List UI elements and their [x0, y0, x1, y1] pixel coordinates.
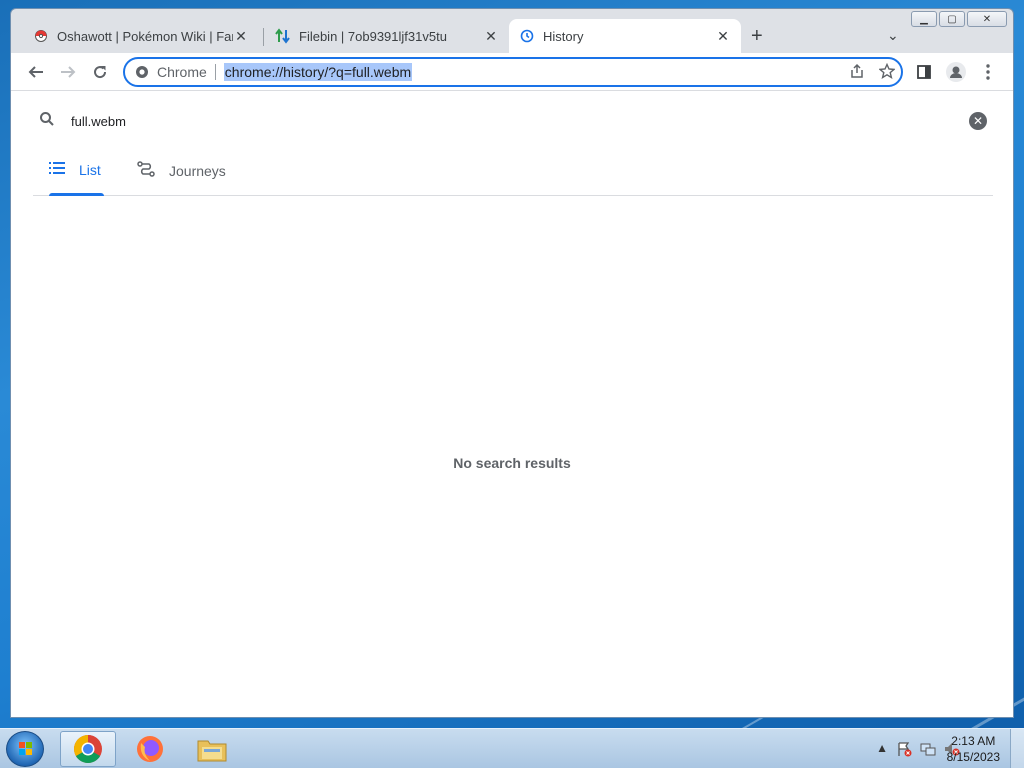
site-chip[interactable]: Chrome: [135, 64, 207, 80]
forward-icon[interactable]: [57, 61, 79, 83]
site-chip-label: Chrome: [157, 64, 207, 80]
list-icon: [49, 161, 65, 178]
tab-oshawott[interactable]: Oshawott | Pokémon Wiki | Fandom ✕: [23, 19, 259, 53]
tab-history[interactable]: History ✕: [509, 19, 741, 53]
chrome-icon: [74, 735, 102, 763]
tab-list[interactable]: List: [49, 161, 101, 178]
firefox-icon: [137, 736, 163, 762]
show-desktop-button[interactable]: [1010, 729, 1024, 768]
action-center-flag-icon[interactable]: [896, 741, 912, 760]
back-icon[interactable]: [25, 61, 47, 83]
search-icon: [39, 111, 55, 132]
tab-journeys-label: Journeys: [169, 163, 226, 179]
tab-list-label: List: [79, 161, 101, 178]
tab-title: Oshawott | Pokémon Wiki | Fandom: [57, 28, 233, 44]
search-input[interactable]: full.webm: [71, 114, 126, 129]
tab-title: History: [543, 28, 584, 44]
windows-logo-icon: [19, 742, 32, 755]
empty-state-message: No search results: [453, 455, 571, 471]
browser-window: ▁ ▢ ✕ Oshawott | Pokémon Wiki | Fandom ✕…: [10, 8, 1014, 718]
share-icon[interactable]: [849, 63, 865, 83]
active-tab-indicator: [49, 193, 104, 196]
taskbar-explorer[interactable]: [184, 731, 240, 767]
tray-expand-icon[interactable]: ▲: [876, 741, 888, 760]
history-search[interactable]: full.webm ✕: [39, 109, 999, 133]
up-down-arrows-icon: [275, 28, 291, 44]
side-panel-icon[interactable]: [913, 61, 935, 83]
tab-strip: Oshawott | Pokémon Wiki | Fandom ✕ Fileb…: [11, 19, 1013, 53]
tab-filebin[interactable]: Filebin | 7ob9391ljf31v5tu ✕: [265, 19, 509, 53]
profile-avatar-icon[interactable]: [945, 61, 967, 83]
clock[interactable]: 2:13 AM 8/15/2023: [947, 733, 1000, 765]
tab-search-button[interactable]: ⌄: [887, 27, 899, 44]
clock-time: 2:13 AM: [951, 734, 996, 748]
url-text[interactable]: chrome://history/?q=full.webm: [223, 63, 413, 81]
address-bar[interactable]: Chrome chrome://history/?q=full.webm: [123, 57, 903, 87]
folder-icon: [197, 740, 227, 762]
reload-icon[interactable]: [89, 61, 111, 83]
journeys-icon: [137, 161, 155, 181]
new-tab-button[interactable]: +: [751, 25, 763, 48]
toolbar: Chrome chrome://history/?q=full.webm: [11, 53, 1013, 91]
chrome-icon: [136, 66, 148, 78]
taskbar: ▲ 2:13 AM 8/15/2023: [0, 728, 1024, 768]
history-tabs: List Journeys: [33, 151, 993, 196]
close-tab-icon[interactable]: ✕: [483, 28, 499, 45]
pokeball-icon: [33, 28, 49, 44]
menu-kebab-icon[interactable]: [977, 61, 999, 83]
tab-title: Filebin | 7ob9391ljf31v5tu: [299, 28, 447, 44]
start-button[interactable]: [6, 731, 44, 767]
history-page: full.webm ✕ List Journeys No search resu…: [11, 91, 1013, 717]
history-clock-icon: [519, 28, 535, 44]
close-tab-icon[interactable]: ✕: [715, 28, 731, 45]
clear-search-icon[interactable]: ✕: [969, 112, 987, 130]
close-tab-icon[interactable]: ✕: [233, 28, 249, 45]
tab-separator: [263, 28, 264, 46]
clock-date: 8/15/2023: [946, 750, 1000, 764]
taskbar-firefox[interactable]: [122, 731, 178, 767]
network-icon[interactable]: [920, 741, 936, 760]
omnibox-divider: [214, 64, 216, 80]
tab-journeys[interactable]: Journeys: [137, 161, 226, 181]
taskbar-chrome[interactable]: [60, 731, 116, 767]
bookmark-star-icon[interactable]: [878, 62, 896, 83]
omnibox-actions: [849, 62, 896, 83]
